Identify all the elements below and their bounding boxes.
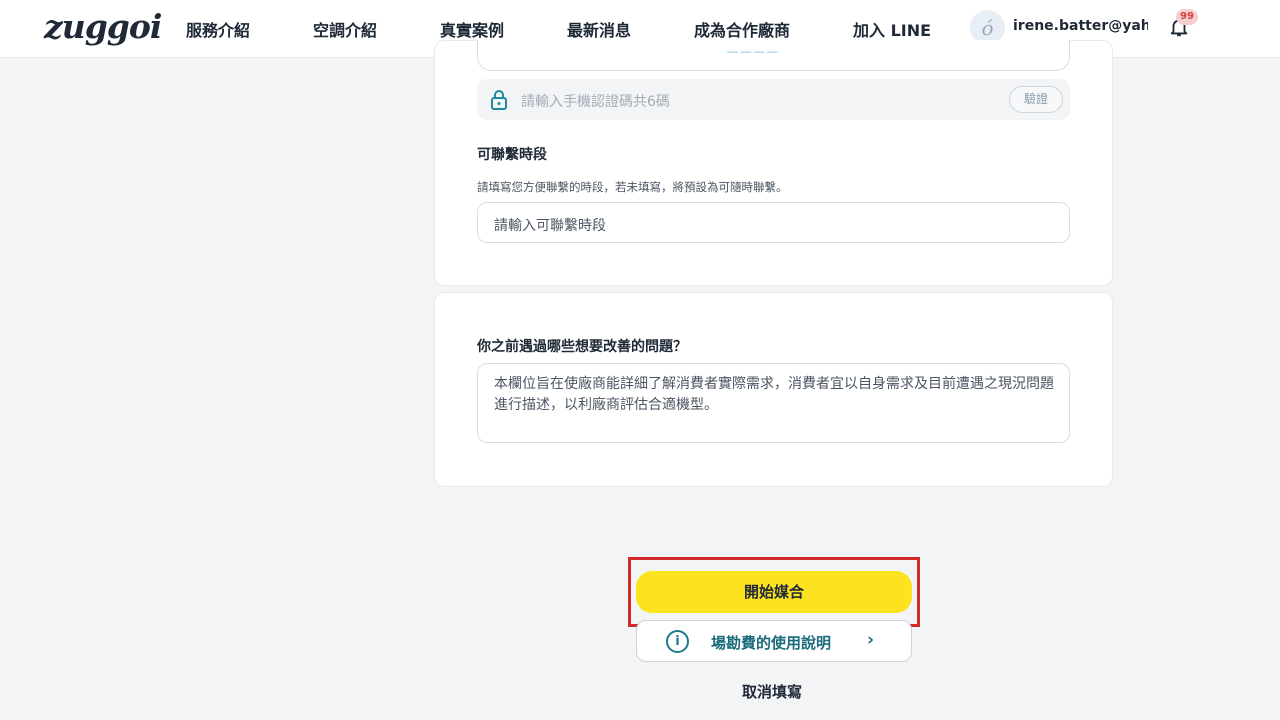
info-icon: i (666, 630, 689, 653)
contact-time-placeholder: 請輸入可聯繫時段 (494, 218, 606, 234)
problem-textarea[interactable]: 本欄位旨在使廠商能詳細了解消費者實際需求，消費者宜以自身需求及目前遭遇之現況問題… (477, 363, 1070, 443)
logo[interactable]: zuggoi (44, 7, 162, 46)
lock-icon (491, 90, 507, 110)
verify-code-placeholder: 請輸入手機認證碼共6碼 (521, 94, 670, 110)
start-matching-button[interactable]: 開始媒合 (636, 571, 912, 613)
fee-info-button[interactable]: i 場勘費的使用說明 › (636, 620, 912, 662)
notification-badge: 99 (1176, 9, 1198, 25)
cut-off-text: ▬▬▬▬ (726, 46, 779, 62)
user-email[interactable]: irene.batter@yah⋯ (1013, 18, 1148, 34)
nav-news[interactable]: 最新消息 (567, 17, 631, 41)
nav-aircon[interactable]: 空調介紹 (313, 17, 377, 41)
contact-time-input[interactable]: 請輸入可聯繫時段 (477, 202, 1070, 243)
problem-label: 你之前遇過哪些想要改善的問題？ (477, 339, 687, 355)
fee-info-label: 場勘費的使用說明 (711, 634, 832, 652)
nav-cases[interactable]: 真實案例 (440, 17, 504, 41)
nav-services[interactable]: 服務介紹 (186, 17, 250, 41)
contact-time-label: 可聯繫時段 (477, 147, 547, 163)
verify-button[interactable]: 驗證 (1009, 86, 1063, 113)
phone-verify-send-button[interactable]: ▬▬▬▬ (477, 40, 1070, 71)
nav-partner[interactable]: 成為合作廠商 (694, 17, 790, 41)
chevron-right-icon: › (867, 630, 875, 650)
problem-placeholder: 本欄位旨在使廠商能詳細了解消費者實際需求，消費者宜以自身需求及目前遭遇之現況問題… (494, 376, 1054, 413)
nav-line[interactable]: 加入 LINE (853, 17, 931, 41)
verify-code-field[interactable]: 請輸入手機認證碼共6碼 驗證 (477, 79, 1070, 120)
cancel-button[interactable]: 取消填寫 (742, 681, 802, 702)
contact-time-hint: 請填寫您方便聯繫的時段，若未填寫，將預設為可隨時聯繫。 (477, 180, 788, 194)
